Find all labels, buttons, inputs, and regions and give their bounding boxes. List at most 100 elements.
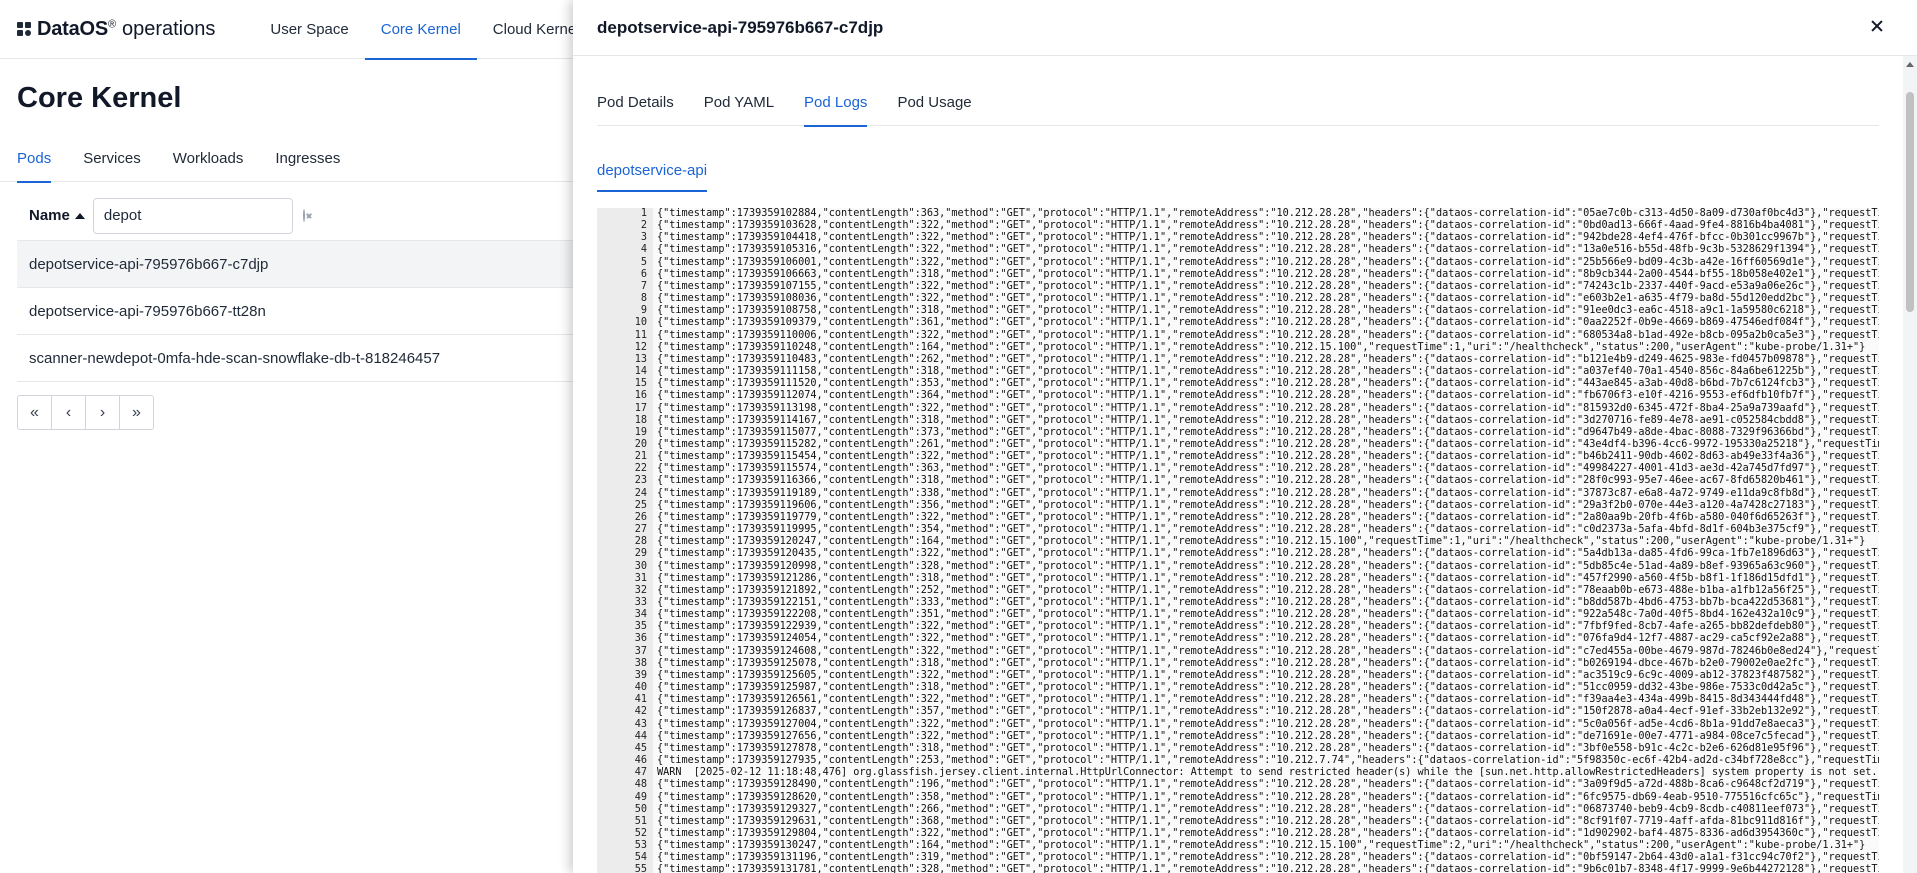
log-line-text: {"timestamp":1739359113198,"contentLengt… bbox=[657, 402, 1879, 414]
log-line-number: 50 bbox=[597, 803, 653, 816]
drawer-scrollbar[interactable] bbox=[1903, 56, 1917, 873]
log-line-text: {"timestamp":1739359122208,"contentLengt… bbox=[657, 609, 1879, 621]
log-line-text: WARN [2025-02-12 11:18:48,476] org.glass… bbox=[657, 767, 1879, 779]
log-line-text: {"timestamp":1739359112074,"contentLengt… bbox=[657, 390, 1879, 402]
log-line-number: 35 bbox=[597, 621, 653, 634]
log-line: 27 {"timestamp":1739359119995,"contentLen… bbox=[597, 524, 1879, 537]
log-line-text: {"timestamp":1739359129327,"contentLengt… bbox=[657, 803, 1879, 815]
log-line: 13 {"timestamp":1739359110483,"contentLen… bbox=[597, 353, 1879, 367]
log-line: 14 {"timestamp":1739359111158,"contentLen… bbox=[597, 366, 1879, 379]
log-line-number: 48 bbox=[597, 779, 653, 792]
log-line: 18 {"timestamp":1739359114167,"contentLen… bbox=[597, 414, 1879, 427]
log-line-number: 22 bbox=[597, 463, 653, 476]
log-line-text: {"timestamp":1739359108758,"contentLengt… bbox=[657, 305, 1879, 317]
log-line-number: 18 bbox=[597, 414, 653, 427]
log-line-text: {"timestamp":1739359126561,"contentLengt… bbox=[657, 694, 1879, 706]
log-line-number: 41 bbox=[597, 694, 653, 707]
log-line: 11 {"timestamp":1739359110006,"contentLen… bbox=[597, 329, 1879, 342]
log-line-text: {"timestamp":1739359119189,"contentLengt… bbox=[657, 487, 1879, 499]
log-line: 55 {"timestamp":1739359131781,"contentLen… bbox=[597, 864, 1879, 873]
tab-pod-details[interactable]: Pod Details bbox=[597, 84, 674, 126]
log-line-number: 21 bbox=[597, 451, 653, 464]
log-line-number: 8 bbox=[597, 293, 653, 306]
log-line-text: {"timestamp":1739359125987,"contentLengt… bbox=[657, 682, 1879, 694]
log-line: 52 {"timestamp":1739359129804,"contentLen… bbox=[597, 827, 1879, 841]
log-line: 36 {"timestamp":1739359124054,"contentLen… bbox=[597, 633, 1879, 646]
log-line: 2 {"timestamp":1739359103628,"contentLeng… bbox=[597, 220, 1879, 233]
log-line-text: {"timestamp":1739359124608,"contentLengt… bbox=[657, 645, 1879, 657]
log-line-number: 28 bbox=[597, 536, 653, 549]
tab-pod-usage[interactable]: Pod Usage bbox=[897, 84, 971, 126]
log-line-number: 30 bbox=[597, 560, 653, 573]
log-line-text: {"timestamp":1739359127878,"contentLengt… bbox=[657, 742, 1879, 754]
log-line: 26 {"timestamp":1739359119779,"contentLen… bbox=[597, 511, 1879, 525]
log-line-text: {"timestamp":1739359121892,"contentLengt… bbox=[657, 584, 1879, 596]
log-line: 54 {"timestamp":1739359131196,"contentLen… bbox=[597, 852, 1879, 865]
log-line-text: {"timestamp":1739359116366,"contentLengt… bbox=[657, 475, 1879, 487]
log-line-text: {"timestamp":1739359110006,"contentLengt… bbox=[657, 329, 1879, 341]
close-icon[interactable] bbox=[1865, 14, 1889, 38]
log-line: 5 {"timestamp":1739359106001,"contentLeng… bbox=[597, 256, 1879, 269]
log-line-number: 38 bbox=[597, 657, 653, 670]
log-line: 28 {"timestamp":1739359120247,"contentLen… bbox=[597, 536, 1879, 549]
log-line-number: 45 bbox=[597, 742, 653, 756]
log-line-number: 16 bbox=[597, 390, 653, 403]
drawer-title: depotservice-api-795976b667-c7djp bbox=[597, 17, 884, 37]
log-line: 45 {"timestamp":1739359127878,"contentLen… bbox=[597, 742, 1879, 756]
log-line-number: 12 bbox=[597, 341, 653, 354]
log-line-number: 13 bbox=[597, 353, 653, 367]
log-line-number: 39 bbox=[597, 669, 653, 683]
log-line: 44 {"timestamp":1739359127656,"contentLen… bbox=[597, 730, 1879, 743]
log-line: 39 {"timestamp":1739359125605,"contentLen… bbox=[597, 669, 1879, 683]
log-line-number: 3 bbox=[597, 232, 653, 245]
log-line: 31 {"timestamp":1739359121286,"contentLen… bbox=[597, 572, 1879, 585]
log-line: 17 {"timestamp":1739359113198,"contentLen… bbox=[597, 402, 1879, 415]
log-line: 10 {"timestamp":1739359109379,"contentLen… bbox=[597, 317, 1879, 330]
log-line: 38 {"timestamp":1739359125078,"contentLen… bbox=[597, 657, 1879, 670]
log-line-text: {"timestamp":1739359109379,"contentLengt… bbox=[657, 317, 1879, 329]
log-line: 24 {"timestamp":1739359119189,"contentLen… bbox=[597, 487, 1879, 500]
log-viewer[interactable]: 1 {"timestamp":1739359102884,"contentLeng… bbox=[597, 208, 1879, 873]
log-line-text: {"timestamp":1739359128620,"contentLengt… bbox=[657, 791, 1879, 803]
log-line-text: {"timestamp":1739359125605,"contentLengt… bbox=[657, 669, 1879, 681]
log-line-text: {"timestamp":1739359125078,"contentLengt… bbox=[657, 657, 1879, 669]
log-line: 9 {"timestamp":1739359108758,"contentLeng… bbox=[597, 305, 1879, 318]
log-line-text: {"timestamp":1739359106663,"contentLengt… bbox=[657, 268, 1879, 280]
log-line-number: 2 bbox=[597, 220, 653, 233]
log-line-text: {"timestamp":1739359128490,"contentLengt… bbox=[657, 779, 1879, 791]
log-line: 4 {"timestamp":1739359105316,"contentLeng… bbox=[597, 244, 1879, 257]
log-line-number: 17 bbox=[597, 402, 653, 415]
drawer-backdrop[interactable] bbox=[0, 0, 573, 873]
log-line-text: {"timestamp":1739359106001,"contentLengt… bbox=[657, 256, 1879, 268]
log-line-text: {"timestamp":1739359122939,"contentLengt… bbox=[657, 621, 1879, 633]
scrollbar-thumb[interactable] bbox=[1906, 92, 1914, 312]
log-line-number: 32 bbox=[597, 584, 653, 597]
log-line-number: 49 bbox=[597, 791, 653, 804]
log-line: 48 {"timestamp":1739359128490,"contentLen… bbox=[597, 779, 1879, 792]
log-line: 50 {"timestamp":1739359129327,"contentLen… bbox=[597, 803, 1879, 816]
log-line: 22 {"timestamp":1739359115574,"contentLen… bbox=[597, 463, 1879, 476]
log-line-text: {"timestamp":1739359111158,"contentLengt… bbox=[657, 366, 1879, 378]
log-line: 16 {"timestamp":1739359112074,"contentLen… bbox=[597, 390, 1879, 403]
scroll-up-icon[interactable] bbox=[1906, 62, 1914, 67]
pod-detail-drawer: depotservice-api-795976b667-c7djp Pod De… bbox=[573, 0, 1917, 873]
log-line-number: 6 bbox=[597, 268, 653, 281]
drawer-header: depotservice-api-795976b667-c7djp bbox=[573, 0, 1917, 56]
log-line-number: 44 bbox=[597, 730, 653, 743]
tab-pod-yaml[interactable]: Pod YAML bbox=[704, 84, 774, 126]
log-line-number: 36 bbox=[597, 633, 653, 646]
log-line-text: {"timestamp":1739359107155,"contentLengt… bbox=[657, 280, 1879, 292]
log-line-text: {"timestamp":1739359111520,"contentLengt… bbox=[657, 378, 1879, 390]
log-line-text: {"timestamp":1739359104418,"contentLengt… bbox=[657, 232, 1879, 244]
log-line: 3 {"timestamp":1739359104418,"contentLeng… bbox=[597, 232, 1879, 245]
log-line: 47 WARN [2025-02-12 11:18:48,476] org.gla… bbox=[597, 767, 1879, 780]
log-line-number: 31 bbox=[597, 572, 653, 585]
log-line-text: {"timestamp":1739359119995,"contentLengt… bbox=[657, 524, 1879, 536]
log-line-text: {"timestamp":1739359127656,"contentLengt… bbox=[657, 730, 1879, 742]
log-line-number: 55 bbox=[597, 864, 653, 873]
log-line: 51 {"timestamp":1739359129631,"contentLen… bbox=[597, 815, 1879, 828]
tab-pod-logs[interactable]: Pod Logs bbox=[804, 84, 868, 127]
log-line-number: 15 bbox=[597, 378, 653, 391]
log-line-number: 47 bbox=[597, 767, 653, 780]
container-tab[interactable]: depotservice-api bbox=[597, 150, 708, 192]
